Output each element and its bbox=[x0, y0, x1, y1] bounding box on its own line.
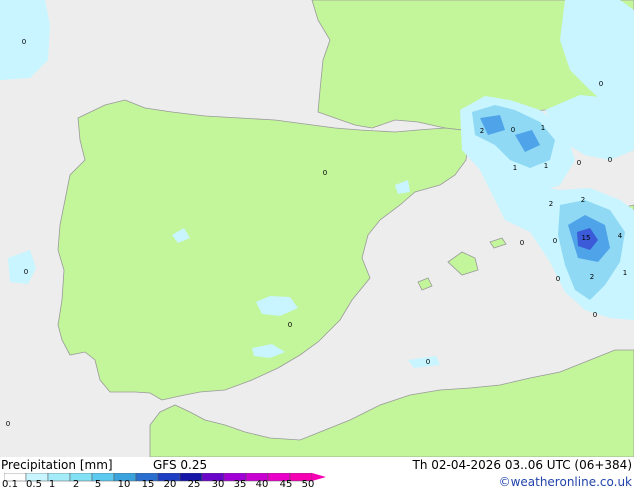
legend-tick-label: 0.5 bbox=[26, 479, 42, 490]
label-andalusia: 0 bbox=[288, 321, 292, 329]
label-lion-e: 1 bbox=[544, 162, 548, 170]
legend-tick-label: 30 bbox=[211, 479, 225, 490]
label-lion-d: 1 bbox=[513, 164, 517, 172]
precipitation-map: 0 0 0 0 0 0 2 0 1 1 1 0 0 0 2 2 15 4 0 0 2 1 0 0 bbox=[0, 0, 634, 457]
label-atlantic-w: 0 bbox=[24, 268, 28, 276]
legend-tick-label: 40 bbox=[255, 479, 269, 490]
legend-tick-label: 0.1 bbox=[2, 479, 18, 490]
legend-tick-label: 5 bbox=[94, 479, 102, 490]
label-balearic-c: 0 bbox=[553, 237, 557, 245]
legend-tick-label: 1 bbox=[48, 479, 56, 490]
label-tyrrhenian-s: 0 bbox=[593, 311, 597, 319]
label-iberia-center: 0 bbox=[323, 169, 327, 177]
label-sardinia-b: 4 bbox=[618, 232, 623, 240]
legend-tick-label: 50 bbox=[301, 479, 315, 490]
legend-tick-label: 45 bbox=[279, 479, 293, 490]
legend-tick-label: 20 bbox=[163, 479, 177, 490]
label-alps: 0 bbox=[599, 80, 603, 88]
legend-tick-label: 15 bbox=[141, 479, 155, 490]
label-lion-b: 0 bbox=[511, 126, 515, 134]
label-sardinia-e: 0 bbox=[556, 275, 560, 283]
label-atlantic-nw: 0 bbox=[22, 38, 26, 46]
label-sardinia-c: 2 bbox=[590, 273, 594, 281]
label-lion-g: 0 bbox=[608, 156, 612, 164]
legend-tick-label: 35 bbox=[233, 479, 247, 490]
legend-tick-label: 10 bbox=[117, 479, 131, 490]
label-lion-a: 2 bbox=[480, 127, 484, 135]
label-balearic-b: 0 bbox=[520, 239, 524, 247]
label-alboran: 0 bbox=[426, 358, 430, 366]
label-lion-f: 0 bbox=[577, 159, 581, 167]
footer-title: Precipitation [mm] bbox=[1, 458, 113, 472]
label-balearic-a: 2 bbox=[549, 200, 553, 208]
label-lion-c: 1 bbox=[541, 124, 545, 132]
label-sardinia-a: 2 bbox=[581, 196, 585, 204]
label-sardinia-d: 1 bbox=[623, 269, 627, 277]
legend-tick-label: 2 bbox=[72, 479, 80, 490]
footer-model: GFS 0.25 bbox=[153, 458, 208, 472]
legend-tick-label: 25 bbox=[187, 479, 201, 490]
footer-datetime: Th 02-04-2026 03..06 UTC (06+384) bbox=[412, 458, 632, 472]
footer-bar: Precipitation [mm] GFS 0.25 Th 02-04-202… bbox=[0, 457, 634, 490]
label-sardinia-max: 15 bbox=[582, 234, 591, 242]
label-atlantic-sw: 0 bbox=[6, 420, 10, 428]
footer-credit: ©weatheronline.co.uk bbox=[498, 475, 632, 489]
